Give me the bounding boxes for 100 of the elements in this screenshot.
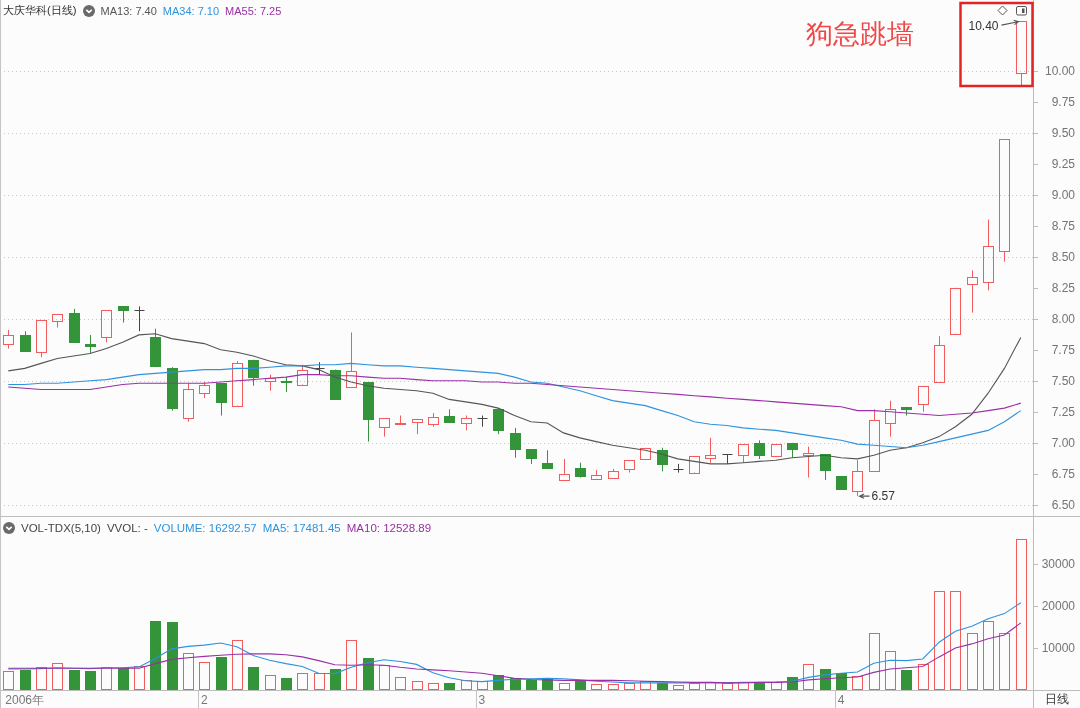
candlestick bbox=[705, 437, 716, 464]
candlestick bbox=[657, 447, 668, 472]
candlestick bbox=[3, 329, 14, 350]
candlestick bbox=[950, 287, 961, 335]
candlestick bbox=[395, 415, 406, 425]
indicator-value: VOL-TDX(5,10) bbox=[21, 522, 101, 534]
candlestick bbox=[738, 443, 749, 464]
indicator-value: MA34: 7.10 bbox=[162, 4, 220, 17]
price-label: 6.57 bbox=[871, 489, 895, 504]
candlestick bbox=[983, 219, 994, 291]
candlestick bbox=[199, 381, 210, 399]
candlestick bbox=[771, 443, 782, 457]
candlestick bbox=[134, 305, 145, 332]
price-label: 10.40 bbox=[968, 19, 999, 34]
axis-label: 30000 bbox=[1041, 557, 1075, 572]
candlestick bbox=[412, 418, 423, 435]
candlestick bbox=[297, 364, 308, 386]
candlestick bbox=[167, 366, 178, 412]
axis-label: 9.50 bbox=[1051, 125, 1075, 140]
candlestick bbox=[216, 382, 227, 417]
candlestick bbox=[803, 446, 814, 479]
candlestick bbox=[69, 308, 80, 343]
candlestick bbox=[248, 359, 259, 387]
panel-icon[interactable] bbox=[1016, 6, 1027, 16]
candlestick bbox=[330, 369, 341, 400]
candlestick bbox=[314, 361, 325, 376]
candlestick bbox=[118, 305, 129, 323]
candlestick bbox=[608, 468, 619, 480]
indicator-value: VVOL: - bbox=[106, 522, 148, 534]
axis-label: 3 bbox=[478, 693, 486, 707]
candlestick bbox=[36, 319, 47, 358]
candlestick bbox=[1016, 20, 1027, 87]
axis-label: 9.75 bbox=[1051, 94, 1075, 109]
axis-label: 20000 bbox=[1041, 599, 1075, 614]
chevron-down-icon[interactable] bbox=[82, 4, 95, 17]
candlestick bbox=[510, 427, 521, 459]
candlestick bbox=[559, 458, 570, 481]
axis-label: 8.75 bbox=[1051, 218, 1075, 233]
candlestick bbox=[526, 448, 537, 465]
candlestick bbox=[477, 415, 488, 428]
candlestick bbox=[101, 309, 112, 343]
candlestick bbox=[934, 335, 945, 383]
candlestick bbox=[640, 447, 651, 461]
annotation-text: 狗急跳墙 bbox=[806, 18, 914, 50]
candlestick bbox=[869, 408, 880, 472]
indicator-value: MA13: 7.40 bbox=[100, 4, 157, 17]
axis-label: 6.50 bbox=[1051, 497, 1075, 512]
axis-label: 7.25 bbox=[1051, 404, 1075, 419]
candlestick bbox=[428, 412, 439, 428]
candlestick bbox=[673, 463, 684, 474]
candlestick bbox=[852, 459, 863, 497]
axis-label: 7.00 bbox=[1051, 435, 1075, 450]
chart-title: 大庆华科(日线) bbox=[3, 3, 77, 18]
indicator-value: VOLUME: 16292.57 bbox=[153, 522, 257, 534]
chevron-down-icon[interactable] bbox=[3, 522, 15, 534]
period-label: 日线 bbox=[1033, 691, 1080, 708]
candlestick bbox=[52, 313, 63, 328]
candlestick bbox=[591, 469, 602, 480]
candlestick bbox=[265, 374, 276, 392]
candlestick bbox=[20, 330, 31, 352]
pointer-arrow bbox=[858, 493, 871, 499]
pointer-arrow bbox=[1000, 19, 1020, 26]
candlestick bbox=[444, 408, 455, 423]
candlestick bbox=[754, 439, 765, 460]
candlestick bbox=[346, 331, 357, 388]
axis-label: 2 bbox=[200, 693, 208, 707]
candlestick bbox=[787, 442, 798, 459]
candlestick bbox=[493, 407, 504, 435]
axis-label: 9.00 bbox=[1051, 187, 1075, 202]
candlestick bbox=[901, 406, 912, 417]
candlestick bbox=[836, 475, 847, 491]
axis-label: 7.50 bbox=[1051, 373, 1075, 388]
candlestick bbox=[689, 455, 700, 474]
candlestick bbox=[183, 382, 194, 423]
axis-label: 6.75 bbox=[1051, 466, 1075, 481]
axis-label: 10.00 bbox=[1044, 63, 1075, 78]
candlestick bbox=[363, 381, 374, 443]
axis-label: 7.75 bbox=[1051, 342, 1075, 357]
candlestick bbox=[820, 453, 831, 481]
axis-label: 2006年 bbox=[5, 693, 44, 707]
candlestick bbox=[379, 417, 390, 438]
indicator-value: MA10: 12528.89 bbox=[346, 522, 432, 534]
axis-label: 8.25 bbox=[1051, 280, 1075, 295]
candlestick bbox=[150, 328, 161, 368]
axis-label: 8.00 bbox=[1051, 311, 1075, 326]
axis-label: 10000 bbox=[1041, 641, 1075, 656]
candlestick bbox=[918, 385, 929, 413]
axis-label: 4 bbox=[837, 693, 845, 707]
axis-label: 9.25 bbox=[1051, 156, 1075, 171]
candlestick bbox=[542, 449, 553, 470]
candlestick bbox=[722, 453, 733, 465]
candlestick bbox=[232, 360, 243, 407]
candlestick bbox=[624, 459, 635, 474]
candlestick bbox=[461, 415, 472, 431]
candlestick bbox=[967, 269, 978, 314]
indicator-value: MA55: 7.25 bbox=[225, 4, 282, 17]
candlestick bbox=[575, 462, 586, 479]
candlestick bbox=[885, 400, 896, 438]
axis-label: 8.50 bbox=[1051, 249, 1075, 264]
indicator-value: MA5: 17481.45 bbox=[262, 522, 341, 534]
